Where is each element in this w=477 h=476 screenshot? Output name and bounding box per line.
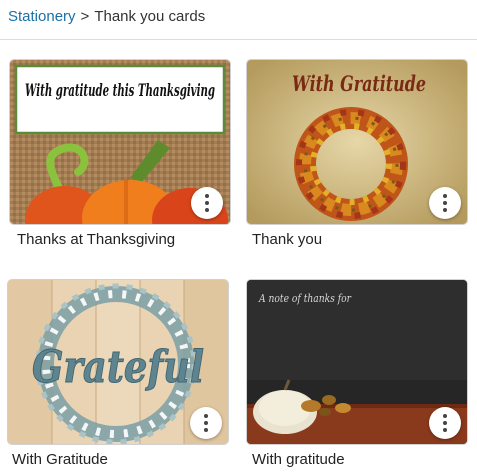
more-options-button[interactable]	[429, 187, 461, 219]
template-card[interactable]: A note of thanks for With gratitude	[247, 280, 469, 470]
card-image-text: Grateful	[32, 342, 204, 393]
card-caption[interactable]: With gratitude	[252, 451, 345, 469]
more-options-button[interactable]	[429, 407, 461, 439]
breadcrumb-link-stationery[interactable]: Stationery	[8, 8, 76, 25]
more-options-button[interactable]	[190, 407, 222, 439]
more-options-button[interactable]	[191, 187, 223, 219]
card-caption[interactable]: With Gratitude	[12, 451, 108, 469]
more-vert-icon	[204, 413, 208, 434]
template-card[interactable]: With Gratitude Thank you	[247, 60, 469, 250]
card-image-text: With gratitude this Thanksgiving	[25, 81, 215, 101]
header-divider	[0, 39, 477, 40]
more-vert-icon	[443, 413, 447, 434]
card-image-text: With Gratitude	[292, 71, 426, 96]
template-card[interactable]: With gratitude this Thanksgiving Thanks …	[10, 60, 232, 250]
breadcrumb: Stationery > Thank you cards	[8, 8, 205, 26]
card-caption[interactable]: Thanks at Thanksgiving	[17, 231, 175, 249]
breadcrumb-current: Thank you cards	[94, 8, 206, 25]
more-vert-icon	[443, 193, 447, 214]
more-vert-icon	[205, 193, 209, 214]
card-image-text: A note of thanks for	[258, 292, 351, 305]
template-card[interactable]: Grateful With Gratitude	[8, 280, 230, 470]
breadcrumb-separator: >	[80, 8, 90, 25]
card-caption[interactable]: Thank you	[252, 231, 322, 249]
